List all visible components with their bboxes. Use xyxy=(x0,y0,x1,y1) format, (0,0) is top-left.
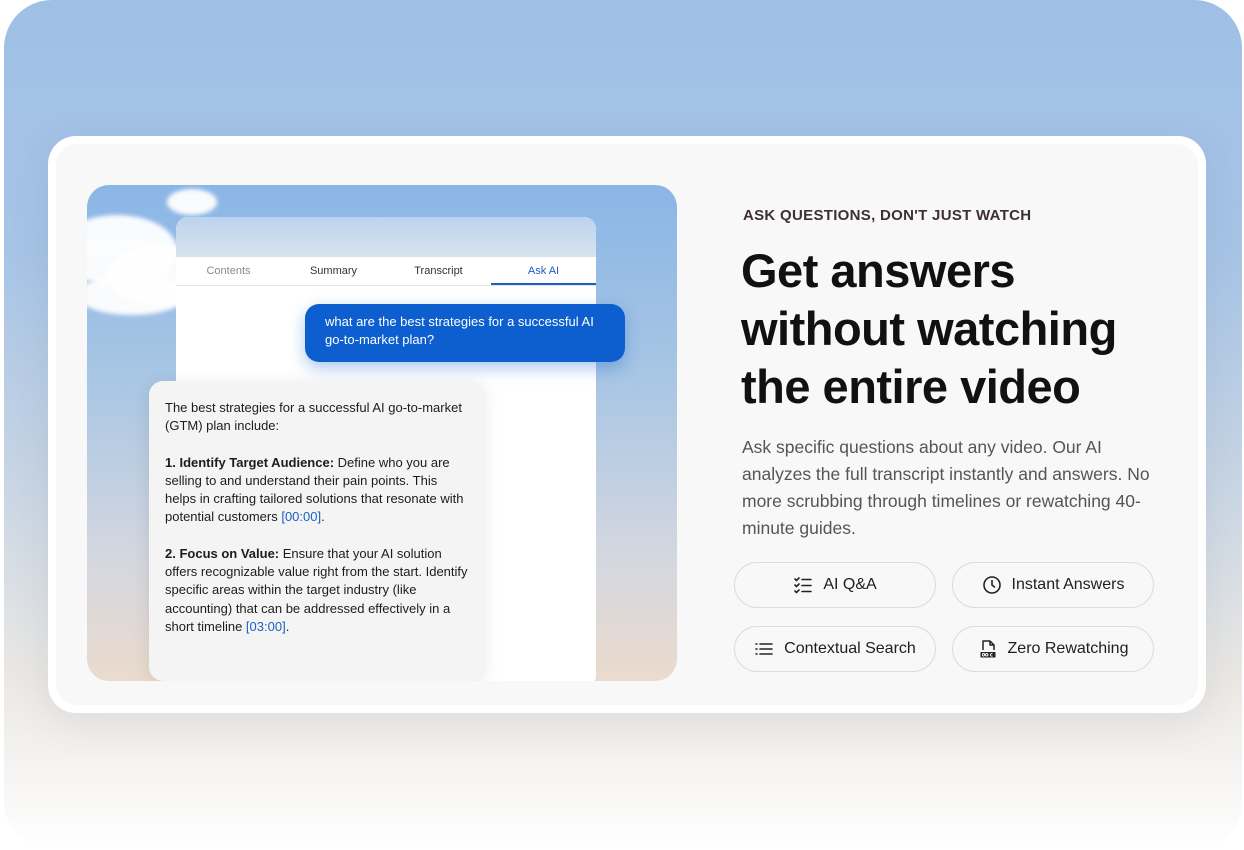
tab-contents[interactable]: Contents xyxy=(176,257,281,285)
eyebrow-label: ASK QUESTIONS, DON'T JUST WATCH xyxy=(743,207,1032,224)
feature-pill-label: AI Q&A xyxy=(823,576,877,593)
answer-point: 1. Identify Target Audience: Define who … xyxy=(165,454,464,525)
list-icon xyxy=(755,643,773,655)
panel-tabs: Contents Summary Transcript Ask AI xyxy=(176,257,596,286)
answer-bubble: The best strategies for a successful AI … xyxy=(149,381,484,681)
doc-icon xyxy=(980,640,996,658)
feature-card: Contents Summary Transcript Ask AI what … xyxy=(48,136,1206,713)
feature-pill-contextual-search[interactable]: Contextual Search xyxy=(734,626,936,672)
feature-description: Ask specific questions about any video. … xyxy=(742,437,1150,538)
timestamp-link[interactable]: [03:00] xyxy=(246,619,286,634)
tab-summary[interactable]: Summary xyxy=(281,257,386,285)
timestamp-link[interactable]: [00:00] xyxy=(281,509,321,524)
clock-icon xyxy=(982,576,1001,594)
page-background: Contents Summary Transcript Ask AI what … xyxy=(4,0,1242,850)
answer-point-title: 1. Identify Target Audience: xyxy=(165,454,335,470)
cloud-shape xyxy=(167,189,217,215)
feature-pill-label: Instant Answers xyxy=(1011,576,1125,593)
cloud-shape xyxy=(87,275,187,315)
feature-pill-label: Contextual Search xyxy=(784,640,916,657)
feature-pill-zero-rewatching[interactable]: Zero Rewatching xyxy=(952,626,1154,672)
answer-point-title: 2. Focus on Value: xyxy=(165,545,280,561)
feature-pill-instant-answers[interactable]: Instant Answers xyxy=(952,562,1154,608)
feature-pill-ai-qa[interactable]: AI Q&A xyxy=(734,562,936,608)
feature-card-inner: Contents Summary Transcript Ask AI what … xyxy=(56,144,1198,705)
answer-point: 2. Focus on Value: Ensure that your AI s… xyxy=(165,545,468,634)
checklist-icon xyxy=(794,577,813,594)
tab-transcript[interactable]: Transcript xyxy=(386,257,491,285)
page-title: Get answers without watching the entire … xyxy=(741,244,1117,413)
ask-ai-illustration: Contents Summary Transcript Ask AI what … xyxy=(87,185,677,681)
feature-pill-label: Zero Rewatching xyxy=(1007,640,1129,657)
panel-header xyxy=(176,217,596,257)
answer-intro: The best strategies for a successful AI … xyxy=(165,400,462,434)
question-bubble: what are the best strategies for a succe… xyxy=(305,304,625,362)
tab-ask-ai[interactable]: Ask AI xyxy=(491,257,596,285)
